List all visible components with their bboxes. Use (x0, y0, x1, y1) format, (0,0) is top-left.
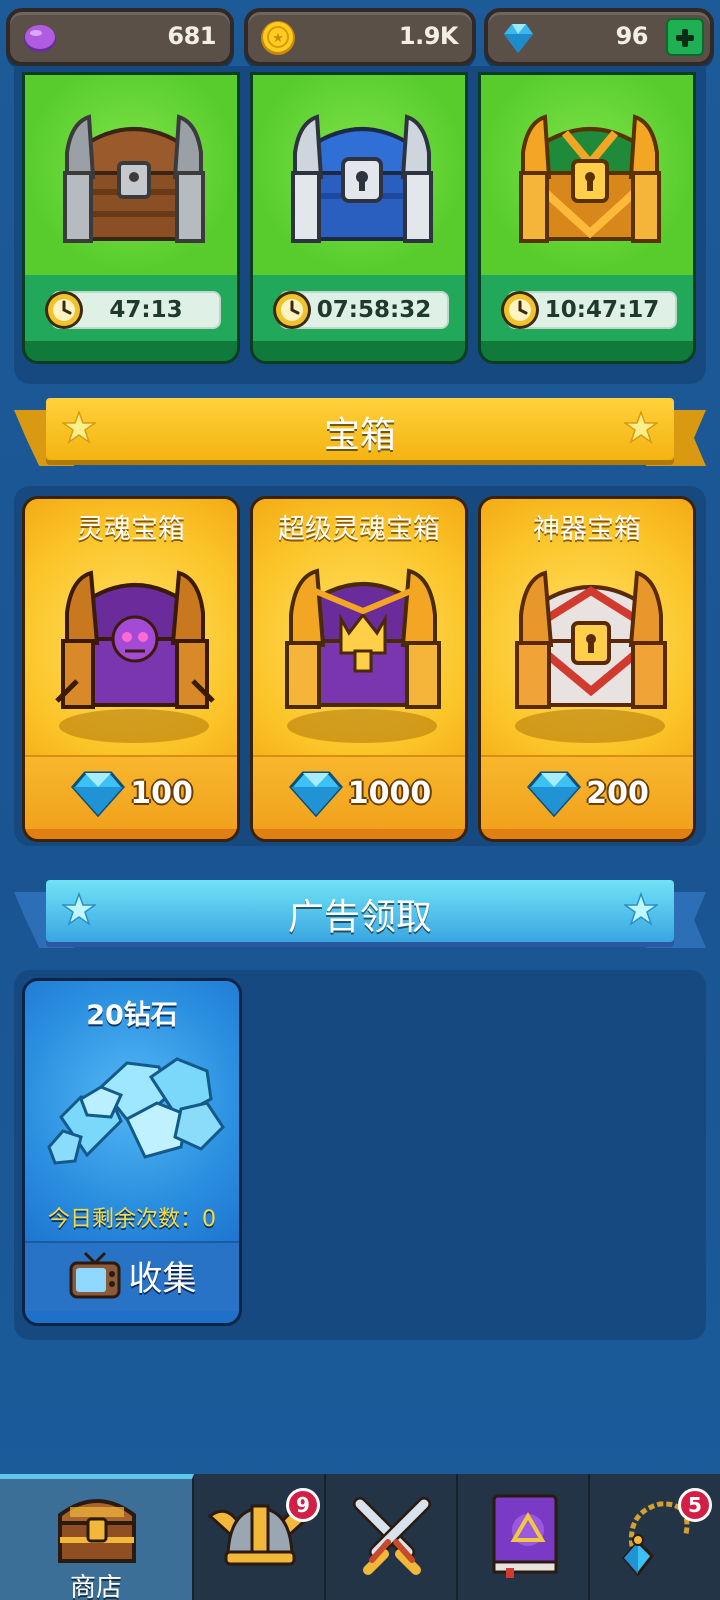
currency-bar: 681 ★ 1.9K 96 (0, 0, 720, 72)
chest-name: 灵魂宝箱 (77, 514, 185, 545)
section-title: 广告领取 (287, 897, 432, 938)
timer-chest-slot-3[interactable]: 10:47:17 (478, 72, 696, 364)
chest-price[interactable]: 200 (481, 769, 693, 819)
gold-coin-icon: ★ (261, 21, 295, 55)
nav-codex[interactable] (458, 1474, 590, 1600)
ads-section-banner: 广告领取 (14, 880, 706, 958)
purple-gem-icon (24, 25, 56, 52)
collect-button-label: 收集 (128, 1258, 197, 1299)
star-icon (624, 410, 658, 444)
chest-name: 神器宝箱 (533, 514, 641, 545)
treasure-chest-icon (58, 1499, 136, 1563)
chest-timer-value: 47:13 (109, 297, 183, 323)
gold-currency-pill[interactable]: ★ 1.9K (244, 8, 476, 66)
diamond-icon (504, 24, 533, 53)
nav-shop[interactable]: 商店 (0, 1474, 194, 1600)
chest-price-value: 100 (130, 775, 193, 811)
diamond-icon (71, 771, 126, 817)
gold-currency-value: 1.9K (398, 22, 459, 50)
artifact-chest-card[interactable]: 神器宝箱 200 (478, 496, 696, 842)
chest-price[interactable]: 1000 (253, 769, 465, 819)
chest-price-value: 200 (586, 775, 649, 811)
chest-timer: 07:58:32 (273, 291, 449, 329)
purple-currency-value: 681 (167, 22, 216, 50)
soul-chest-icon (55, 570, 215, 709)
diamond-pile-icon (47, 1057, 225, 1165)
diamond-currency-value: 96 (615, 22, 649, 50)
chest-name: 超级灵魂宝箱 (278, 514, 440, 545)
soul-chest-card[interactable]: 灵魂宝箱 100 (22, 496, 240, 842)
super-soul-chest-card[interactable]: 超级灵魂宝箱 1000 (250, 496, 468, 842)
bottom-nav: 商店 9 5 (0, 1474, 720, 1600)
crossed-swords-icon (353, 1497, 431, 1575)
artifact-chest-icon (515, 570, 667, 709)
reward-name: 20钻石 (86, 1000, 178, 1031)
star-icon (624, 892, 658, 926)
diamond-icon (288, 771, 343, 817)
wooden-chest-icon (63, 114, 205, 243)
timer-chest-slot-1[interactable]: 47:13 (22, 72, 240, 364)
golden-chest-icon (519, 114, 661, 243)
chests-section-banner: 宝箱 (14, 398, 706, 476)
nav-shop-label: 商店 (69, 1573, 122, 1600)
chest-timer: 10:47:17 (501, 291, 677, 329)
collect-button[interactable]: 收集 (25, 1249, 239, 1305)
nav-battle[interactable] (326, 1474, 458, 1600)
diamond-ad-reward-card[interactable]: 20钻石 今日剩余次数：0 收集 (22, 978, 242, 1326)
nav-accessories[interactable]: 5 (590, 1474, 720, 1600)
diamond-icon (527, 771, 582, 817)
diamond-currency-pill[interactable]: 96 (484, 8, 714, 66)
timer-chest-slot-2[interactable]: 07:58:32 (250, 72, 468, 364)
chest-timer: 47:13 (45, 291, 221, 329)
notification-badge: 9 (286, 1488, 320, 1522)
purple-currency-pill[interactable]: 681 (6, 8, 234, 66)
spell-book-icon (492, 1494, 558, 1578)
nav-heroes[interactable]: 9 (194, 1474, 326, 1600)
chest-price-value: 1000 (347, 775, 432, 811)
add-diamonds-button[interactable] (666, 18, 704, 56)
silver-chest-icon (291, 114, 433, 243)
notification-badge: 5 (678, 1488, 712, 1522)
tv-icon (69, 1251, 121, 1299)
chest-timer-value: 07:58:32 (316, 297, 432, 323)
section-title: 宝箱 (323, 415, 396, 456)
chest-timer-value: 10:47:17 (544, 297, 660, 323)
remaining-count: 今日剩余次数：0 (48, 1207, 216, 1232)
chest-price[interactable]: 100 (25, 769, 237, 819)
svg-text:★: ★ (272, 31, 284, 46)
super-soul-chest-icon (285, 568, 441, 709)
